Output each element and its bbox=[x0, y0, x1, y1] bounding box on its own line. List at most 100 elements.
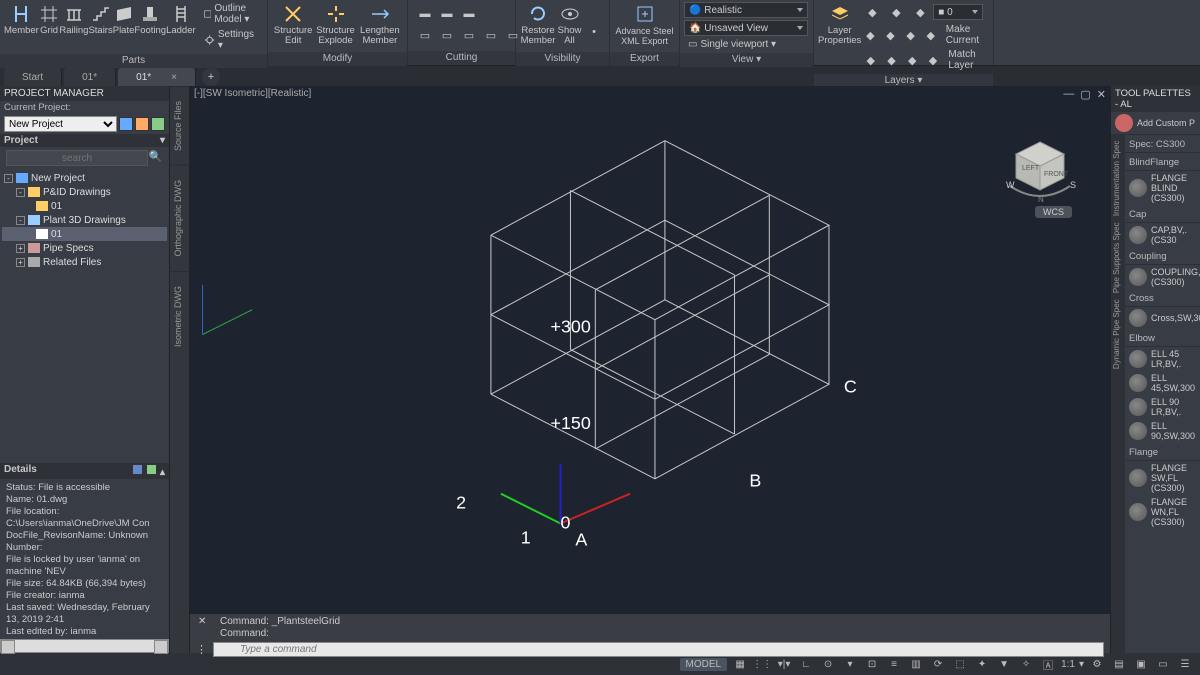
viewport[interactable]: [-][SW Isometric][Realistic] — ▢ ✕ bbox=[190, 86, 1110, 613]
cut-icon-7[interactable]: ▭ bbox=[481, 26, 501, 44]
layer-icon-3[interactable]: ◆ bbox=[910, 3, 930, 21]
pm-tool-2[interactable] bbox=[135, 117, 149, 131]
member-button[interactable]: Member bbox=[4, 2, 39, 50]
status-iso-icon[interactable]: ▾ bbox=[841, 656, 859, 672]
status-cycling-icon[interactable]: ⟳ bbox=[929, 656, 947, 672]
stairs-button[interactable]: Stairs bbox=[88, 2, 112, 50]
tp-item-flange-wn[interactable]: FLANGE WN,FL (CS300) bbox=[1125, 495, 1200, 529]
make-current-button[interactable]: Make Current bbox=[942, 23, 999, 47]
plate-button[interactable]: Plate bbox=[113, 2, 135, 50]
status-gizmo-icon[interactable]: ✧ bbox=[1017, 656, 1035, 672]
layer-icon-6[interactable]: ◆ bbox=[903, 26, 919, 44]
tp-item-flange-blind[interactable]: FLANGE BLIND (CS300) bbox=[1125, 171, 1200, 205]
doctab-2[interactable]: 01*× bbox=[118, 68, 196, 86]
pm-tool-3[interactable] bbox=[151, 117, 165, 131]
status-3dosnap-icon[interactable]: ⬚ bbox=[951, 656, 969, 672]
pm-hscroll[interactable] bbox=[0, 639, 169, 653]
outline-model-dropdown[interactable]: Outline Model ▾ bbox=[200, 2, 263, 26]
show-all-button[interactable]: Show All bbox=[556, 2, 583, 50]
layer-icon-10[interactable]: ◆ bbox=[904, 51, 921, 69]
details-btn-2[interactable] bbox=[146, 464, 157, 475]
lengthen-member-button[interactable]: Lengthen Member bbox=[357, 2, 403, 50]
pm-tool-1[interactable] bbox=[119, 117, 133, 131]
tp-item-ell90lr[interactable]: ELL 90 LR,BV,. bbox=[1125, 395, 1200, 419]
vtab-ortho-dwg[interactable]: Orthographic DWG bbox=[170, 165, 189, 271]
tree-p3d[interactable]: -Plant 3D Drawings bbox=[2, 213, 167, 227]
tp-item-flange-sw[interactable]: FLANGE SW,FL (CS300) bbox=[1125, 461, 1200, 495]
cut-icon-1[interactable]: ▬ bbox=[415, 5, 435, 23]
layer-icon-4[interactable]: ◆ bbox=[862, 26, 878, 44]
cut-icon-3[interactable]: ▬ bbox=[459, 5, 479, 23]
project-select[interactable]: New Project bbox=[4, 116, 117, 132]
status-lineweight-icon[interactable]: ≡ bbox=[885, 656, 903, 672]
panel-label-view[interactable]: View ▾ bbox=[680, 53, 813, 67]
layer-icon-8[interactable]: ◆ bbox=[862, 51, 879, 69]
vtab-iso-dwg[interactable]: Isometric DWG bbox=[170, 271, 189, 361]
vtab-source-files[interactable]: Source Files bbox=[170, 86, 189, 165]
layer-icon-5[interactable]: ◆ bbox=[882, 26, 898, 44]
cut-icon-2[interactable]: ▬ bbox=[437, 5, 457, 23]
tree-related-files[interactable]: +Related Files bbox=[2, 255, 167, 269]
railing-button[interactable]: Railing bbox=[59, 2, 88, 50]
status-monitor-icon[interactable]: ▣ bbox=[1132, 656, 1150, 672]
structure-explode-button[interactable]: Structure Explode bbox=[314, 2, 356, 50]
settings-dropdown[interactable]: Settings ▾ bbox=[200, 28, 263, 52]
layer-properties-button[interactable]: Layer Properties bbox=[818, 2, 861, 50]
status-filter-icon[interactable]: ▼ bbox=[995, 656, 1013, 672]
add-custom-part[interactable]: Add Custom P bbox=[1111, 112, 1200, 135]
status-annoscale-icon[interactable]: 🄰 bbox=[1039, 656, 1057, 672]
cut-icon-5[interactable]: ▭ bbox=[437, 26, 457, 44]
tp-item-coupling[interactable]: COUPLING,SW (CS300) bbox=[1125, 265, 1200, 289]
footing-button[interactable]: Footing bbox=[134, 2, 166, 50]
status-grid-icon[interactable]: ▦ bbox=[731, 656, 749, 672]
details-collapse[interactable]: ▴ bbox=[160, 467, 165, 478]
tree-root[interactable]: -New Project bbox=[2, 171, 167, 185]
tree-p3d-01[interactable]: 01 bbox=[2, 227, 167, 241]
status-scale[interactable]: 1:1 bbox=[1061, 659, 1075, 670]
tp-tab-instrument[interactable]: Instrumentation Spec bbox=[1112, 141, 1121, 217]
new-tab-button[interactable]: + bbox=[202, 68, 220, 86]
status-ortho-icon[interactable]: ∟ bbox=[797, 656, 815, 672]
layer-icon-11[interactable]: ◆ bbox=[925, 51, 942, 69]
cut-icon-6[interactable]: ▭ bbox=[459, 26, 479, 44]
vis-icon-1[interactable]: • bbox=[584, 23, 604, 41]
status-snap-icon[interactable]: ⋮⋮ bbox=[753, 656, 771, 672]
layer-dropdown[interactable]: ■ 0 bbox=[933, 4, 983, 20]
status-polar-icon[interactable]: ⊙ bbox=[819, 656, 837, 672]
doctab-start[interactable]: Start bbox=[4, 68, 62, 86]
visual-style-dropdown[interactable]: 🔵 Realistic bbox=[684, 2, 808, 18]
ladder-button[interactable]: Ladder bbox=[166, 2, 196, 50]
search-icon[interactable]: 🔍 bbox=[148, 150, 163, 166]
status-cog-icon[interactable]: ⚙ bbox=[1088, 656, 1106, 672]
model-space-button[interactable]: MODEL bbox=[680, 658, 728, 671]
status-clean-icon[interactable]: ▭ bbox=[1154, 656, 1172, 672]
tp-item-cross[interactable]: Cross,SW,3000 bbox=[1125, 307, 1200, 329]
tp-item-ell90sw[interactable]: ELL 90,SW,300 bbox=[1125, 419, 1200, 443]
layer-icon-7[interactable]: ◆ bbox=[923, 26, 939, 44]
status-ws-icon[interactable]: ▤ bbox=[1110, 656, 1128, 672]
saved-view-dropdown[interactable]: 🏠 Unsaved View bbox=[684, 20, 808, 36]
status-osnap-icon[interactable]: ⊡ bbox=[863, 656, 881, 672]
cmd-close-icon[interactable]: ✕ bbox=[198, 616, 206, 628]
pm-section-collapse[interactable]: ▾ bbox=[160, 135, 165, 146]
status-custom-icon[interactable]: ☰ bbox=[1176, 656, 1194, 672]
status-transparency-icon[interactable]: ▥ bbox=[907, 656, 925, 672]
cmd-handle-icon[interactable]: ⋮ bbox=[196, 643, 207, 656]
command-input[interactable] bbox=[213, 642, 1104, 657]
tp-tab-supports[interactable]: Pipe Supports Spec bbox=[1112, 223, 1121, 294]
layer-icon-9[interactable]: ◆ bbox=[883, 51, 900, 69]
status-dynucs-icon[interactable]: ✦ bbox=[973, 656, 991, 672]
cut-icon-4[interactable]: ▭ bbox=[415, 26, 435, 44]
tree-pid[interactable]: -P&ID Drawings bbox=[2, 185, 167, 199]
layer-icon-2[interactable]: ◆ bbox=[886, 3, 906, 21]
tree-pid-01[interactable]: 01 bbox=[2, 199, 167, 213]
grid-button[interactable]: Grid bbox=[39, 2, 60, 50]
tp-tab-dynamic[interactable]: Dynamic Pipe Spec bbox=[1112, 299, 1121, 369]
restore-member-button[interactable]: Restore Member bbox=[520, 2, 556, 50]
tab-close-icon[interactable]: × bbox=[171, 72, 177, 83]
doctab-1[interactable]: 01* bbox=[64, 68, 116, 86]
view-cube[interactable]: LEFT FRONT W S N bbox=[1000, 136, 1080, 206]
tp-item-ell45lr[interactable]: ELL 45 LR,BV,. bbox=[1125, 347, 1200, 371]
match-layer-button[interactable]: Match Layer bbox=[944, 48, 998, 72]
advance-steel-export-button[interactable]: Advance Steel XML Export bbox=[614, 2, 675, 50]
